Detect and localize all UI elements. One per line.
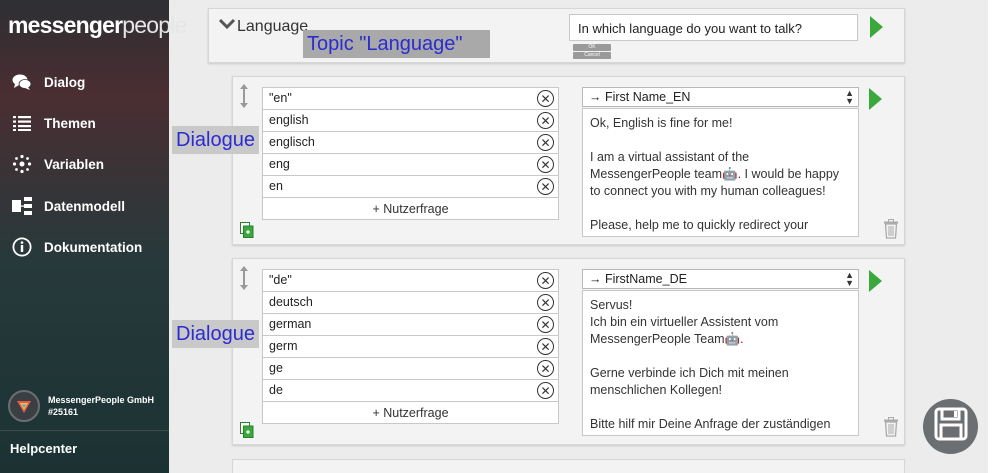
- scroll-gutter: [988, 0, 998, 473]
- utterance-list: "de" ✕ deutsch ✕ german ✕ germ ✕ ge ✕ de ✕ + N…: [262, 269, 559, 424]
- remove-icon[interactable]: ✕: [537, 360, 554, 377]
- utterance-row[interactable]: english ✕: [262, 109, 559, 131]
- variables-icon: [11, 153, 33, 175]
- remove-icon[interactable]: ✕: [537, 112, 554, 129]
- utterance-row[interactable]: englisch ✕: [262, 131, 559, 153]
- trash-icon[interactable]: [883, 417, 899, 442]
- variable-select[interactable]: → First Name_EN ▲ ▼: [582, 87, 859, 107]
- utterance-row[interactable]: de ✕: [262, 379, 559, 401]
- utterance-row[interactable]: "en" ✕: [262, 87, 559, 109]
- remove-icon[interactable]: ✕: [537, 316, 554, 333]
- remove-icon[interactable]: ✕: [537, 156, 554, 173]
- account-name: MessengerPeople GmbH: [48, 395, 155, 405]
- answer-textarea[interactable]: Ok, English is fine for me! I am a virtu…: [582, 108, 859, 237]
- utterance-row[interactable]: ge ✕: [262, 357, 559, 379]
- add-utterance-button[interactable]: + Nutzerfrage: [262, 197, 559, 220]
- avatar: [8, 390, 40, 422]
- cancel-button[interactable]: Cancel: [573, 52, 611, 59]
- list-icon: [11, 112, 33, 134]
- ok-button[interactable]: OK: [573, 44, 611, 51]
- utterance-row[interactable]: deutsch ✕: [262, 291, 559, 313]
- topic-annotation: Topic "Language": [303, 30, 490, 58]
- play-icon[interactable]: [869, 88, 882, 110]
- nav-item-variablen[interactable]: Variablen: [0, 148, 169, 180]
- dialogue-annotation: Dialogue: [172, 320, 259, 348]
- dialogue-card: "en" ✕ english ✕ englisch ✕ eng ✕ en ✕ + Nutz…: [232, 76, 905, 245]
- utterance-row[interactable]: "de" ✕: [262, 269, 559, 291]
- copy-icon[interactable]: [240, 222, 254, 243]
- floppy-disk-icon: [934, 407, 968, 446]
- remove-icon[interactable]: ✕: [537, 294, 554, 311]
- copy-icon[interactable]: [240, 422, 254, 443]
- utterance-row[interactable]: germ ✕: [262, 335, 559, 357]
- drag-handle-icon[interactable]: [239, 265, 249, 296]
- topic-title: Language: [237, 18, 309, 35]
- nav-item-dialog[interactable]: Dialog: [0, 66, 169, 98]
- remove-icon[interactable]: ✕: [537, 382, 554, 399]
- chat-bubbles-icon: [11, 71, 33, 93]
- info-icon: [11, 236, 33, 258]
- play-icon[interactable]: [869, 270, 882, 292]
- remove-icon[interactable]: ✕: [537, 272, 554, 289]
- nav-label: Dokumentation: [44, 239, 143, 255]
- helpcenter-link[interactable]: Helpcenter: [10, 441, 77, 456]
- play-icon[interactable]: [870, 16, 883, 38]
- nav-item-themen[interactable]: Themen: [0, 107, 169, 139]
- nav-label: Themen: [44, 115, 96, 131]
- nav-item-dokumentation[interactable]: Dokumentation: [0, 231, 169, 263]
- nav-label: Dialog: [44, 74, 86, 90]
- utterance-row[interactable]: german ✕: [262, 313, 559, 335]
- divider: [0, 430, 169, 431]
- sidebar: messengerpeople Dialog Themen Variablen …: [0, 0, 187, 473]
- account-id: #25161: [48, 407, 79, 417]
- topic-question-input[interactable]: In which language do you want to talk?: [569, 14, 858, 41]
- remove-icon[interactable]: ✕: [537, 178, 554, 195]
- add-utterance-button[interactable]: + Nutzerfrage: [262, 401, 559, 424]
- nav-label: Variablen: [44, 156, 105, 172]
- chevron-down-icon[interactable]: [218, 17, 236, 36]
- utterance-row[interactable]: en ✕: [262, 175, 559, 197]
- answer-textarea[interactable]: Servus! Ich bin ein virtueller Assistent…: [582, 290, 859, 436]
- nav-item-datenmodell[interactable]: Datenmodell: [0, 190, 169, 222]
- dialogue-annotation: Dialogue: [172, 126, 259, 154]
- save-button[interactable]: [923, 399, 978, 454]
- next-dialogue-card: [232, 459, 905, 473]
- remove-icon[interactable]: ✕: [537, 338, 554, 355]
- trash-icon[interactable]: [883, 219, 899, 244]
- dialogue-card: "de" ✕ deutsch ✕ german ✕ germ ✕ ge ✕ de ✕ + N…: [232, 258, 905, 445]
- nav-label: Datenmodell: [44, 198, 126, 214]
- account-info[interactable]: MessengerPeople GmbH #25161: [8, 390, 154, 422]
- utterance-list: "en" ✕ english ✕ englisch ✕ eng ✕ en ✕ + Nutz…: [262, 87, 559, 220]
- remove-icon[interactable]: ✕: [537, 90, 554, 107]
- drag-handle-icon[interactable]: [239, 83, 249, 114]
- variable-select[interactable]: → FirstName_DE ▲ ▼: [582, 269, 859, 289]
- remove-icon[interactable]: ✕: [537, 134, 554, 151]
- data-model-icon: [11, 195, 33, 217]
- app-logo[interactable]: messengerpeople: [8, 12, 187, 39]
- utterance-row[interactable]: eng ✕: [262, 153, 559, 175]
